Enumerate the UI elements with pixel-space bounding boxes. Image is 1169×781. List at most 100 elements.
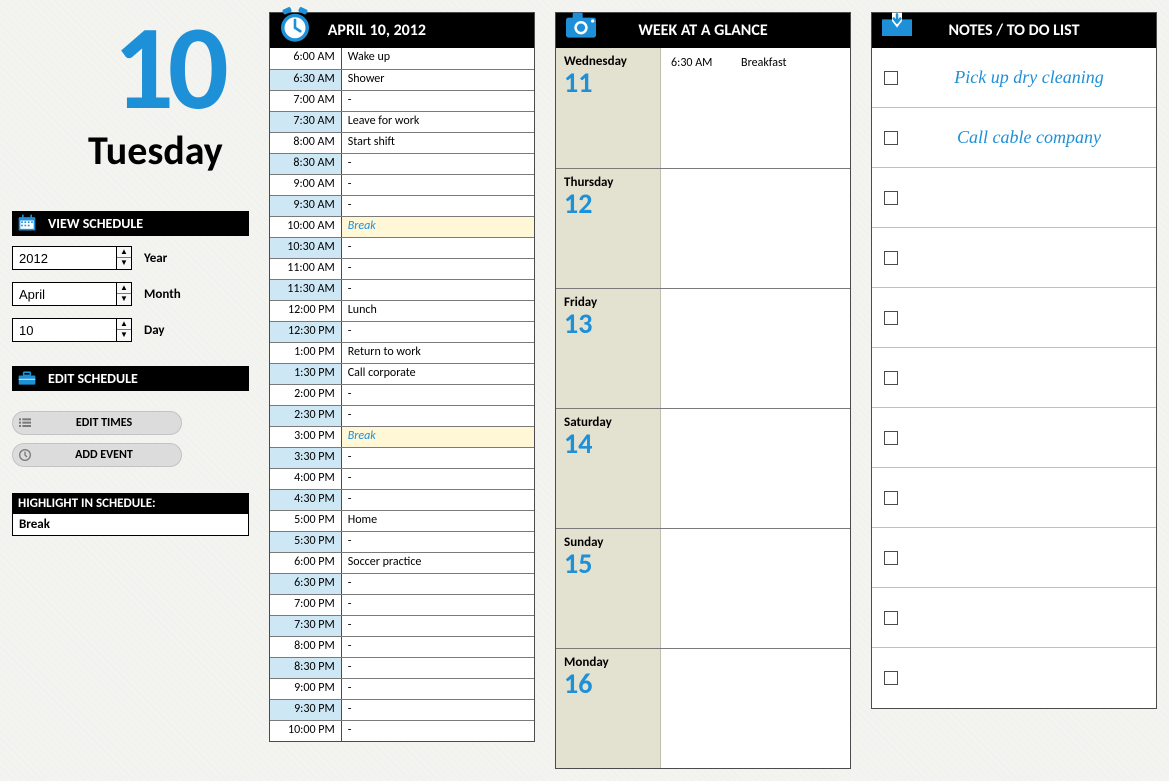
- schedule-event[interactable]: Start shift: [342, 133, 534, 153]
- week-day-number: 12: [564, 190, 652, 218]
- month-stepper[interactable]: ▲▼: [12, 282, 132, 306]
- year-input[interactable]: [13, 247, 116, 269]
- schedule-event[interactable]: Shower: [342, 70, 534, 90]
- schedule-time: 7:00 PM: [270, 595, 342, 615]
- schedule-time: 3:30 PM: [270, 448, 342, 468]
- schedule-event[interactable]: -: [342, 259, 534, 279]
- notes-header: NOTES / TO DO LIST: [872, 13, 1156, 48]
- checkbox[interactable]: [884, 131, 898, 145]
- schedule-row: 5:00 PMHome: [270, 510, 534, 531]
- schedule-event[interactable]: -: [342, 238, 534, 258]
- schedule-event[interactable]: -: [342, 385, 534, 405]
- schedule-event[interactable]: -: [342, 679, 534, 699]
- highlight-header: HIGHLIGHT IN SCHEDULE:: [12, 493, 249, 514]
- edit-times-label: EDIT TIMES: [37, 416, 181, 430]
- week-day-number: 13: [564, 310, 652, 338]
- week-event-cell[interactable]: [661, 169, 850, 288]
- checkbox[interactable]: [884, 551, 898, 565]
- checkbox[interactable]: [884, 311, 898, 325]
- schedule-time: 10:00 PM: [270, 721, 342, 741]
- checkbox[interactable]: [884, 611, 898, 625]
- schedule-event[interactable]: -: [342, 490, 534, 510]
- schedule-event[interactable]: Home: [342, 511, 534, 531]
- day-stepper[interactable]: ▲▼: [12, 318, 132, 342]
- schedule-event[interactable]: Break: [342, 217, 534, 237]
- month-down[interactable]: ▼: [117, 294, 131, 305]
- notes-text[interactable]: Call cable company: [914, 127, 1144, 148]
- month-input[interactable]: [13, 283, 116, 305]
- schedule-row: 10:30 AM-: [270, 237, 534, 258]
- checkbox[interactable]: [884, 251, 898, 265]
- schedule-event[interactable]: -: [342, 280, 534, 300]
- schedule-event[interactable]: -: [342, 658, 534, 678]
- week-event-cell[interactable]: [661, 289, 850, 408]
- week-event-cell[interactable]: [661, 409, 850, 528]
- schedule-event[interactable]: -: [342, 721, 534, 741]
- notes-text[interactable]: Pick up dry cleaning: [914, 67, 1144, 88]
- list-icon: [13, 412, 37, 434]
- schedule-event[interactable]: Return to work: [342, 343, 534, 363]
- schedule-time: 8:00 PM: [270, 637, 342, 657]
- highlight-value[interactable]: Break: [12, 514, 249, 536]
- schedule-event[interactable]: -: [342, 154, 534, 174]
- week-row: Friday13: [556, 288, 850, 408]
- schedule-event[interactable]: -: [342, 532, 534, 552]
- week-event-cell[interactable]: 6:30 AMBreakfast: [661, 48, 850, 168]
- notes-row: [872, 168, 1156, 228]
- schedule-row: 7:30 PM-: [270, 615, 534, 636]
- schedule-time: 7:30 PM: [270, 616, 342, 636]
- schedule-header: APRIL 10, 2012: [270, 13, 534, 48]
- day-input[interactable]: [13, 319, 116, 341]
- notes-row: [872, 468, 1156, 528]
- week-event-cell[interactable]: [661, 529, 850, 648]
- day-up[interactable]: ▲: [117, 319, 131, 330]
- day-label: Day: [144, 323, 165, 338]
- schedule-event[interactable]: Wake up: [342, 48, 534, 69]
- schedule-time: 6:00 PM: [270, 553, 342, 573]
- schedule-event[interactable]: Leave for work: [342, 112, 534, 132]
- schedule-title: APRIL 10, 2012: [328, 21, 426, 40]
- schedule-event[interactable]: -: [342, 700, 534, 720]
- checkbox[interactable]: [884, 431, 898, 445]
- week-panel: WEEK AT A GLANCE Wednesday116:30 AMBreak…: [555, 12, 851, 769]
- year-down[interactable]: ▼: [117, 258, 131, 269]
- checkbox[interactable]: [884, 491, 898, 505]
- edit-schedule-label: EDIT SCHEDULE: [48, 370, 138, 387]
- schedule-event[interactable]: -: [342, 448, 534, 468]
- checkbox[interactable]: [884, 671, 898, 685]
- year-up[interactable]: ▲: [117, 247, 131, 258]
- schedule-event[interactable]: Soccer practice: [342, 553, 534, 573]
- schedule-event[interactable]: -: [342, 595, 534, 615]
- schedule-row: 12:30 PM-: [270, 321, 534, 342]
- add-event-button[interactable]: ADD EVENT: [12, 443, 182, 467]
- week-day-cell: Friday13: [556, 289, 661, 408]
- schedule-event[interactable]: -: [342, 175, 534, 195]
- schedule-event[interactable]: -: [342, 637, 534, 657]
- schedule-time: 8:30 PM: [270, 658, 342, 678]
- schedule-row: 2:30 PM-: [270, 405, 534, 426]
- week-day-cell: Sunday15: [556, 529, 661, 648]
- edit-times-button[interactable]: EDIT TIMES: [12, 411, 182, 435]
- day-down[interactable]: ▼: [117, 330, 131, 341]
- schedule-event[interactable]: -: [342, 616, 534, 636]
- year-stepper[interactable]: ▲▼: [12, 246, 132, 270]
- schedule-event[interactable]: Break: [342, 427, 534, 447]
- big-day-number: 10: [12, 8, 249, 128]
- schedule-event[interactable]: -: [342, 196, 534, 216]
- schedule-event[interactable]: -: [342, 91, 534, 111]
- schedule-event[interactable]: -: [342, 574, 534, 594]
- week-day-number: 11: [564, 69, 652, 97]
- month-up[interactable]: ▲: [117, 283, 131, 294]
- schedule-event[interactable]: -: [342, 322, 534, 342]
- checkbox[interactable]: [884, 71, 898, 85]
- schedule-event[interactable]: Call corporate: [342, 364, 534, 384]
- week-event-cell[interactable]: [661, 649, 850, 768]
- week-day-number: 16: [564, 670, 652, 698]
- schedule-row: 6:00 AMWake up: [270, 48, 534, 69]
- schedule-event[interactable]: Lunch: [342, 301, 534, 321]
- week-day-cell: Monday16: [556, 649, 661, 768]
- schedule-event[interactable]: -: [342, 469, 534, 489]
- schedule-event[interactable]: -: [342, 406, 534, 426]
- checkbox[interactable]: [884, 191, 898, 205]
- checkbox[interactable]: [884, 371, 898, 385]
